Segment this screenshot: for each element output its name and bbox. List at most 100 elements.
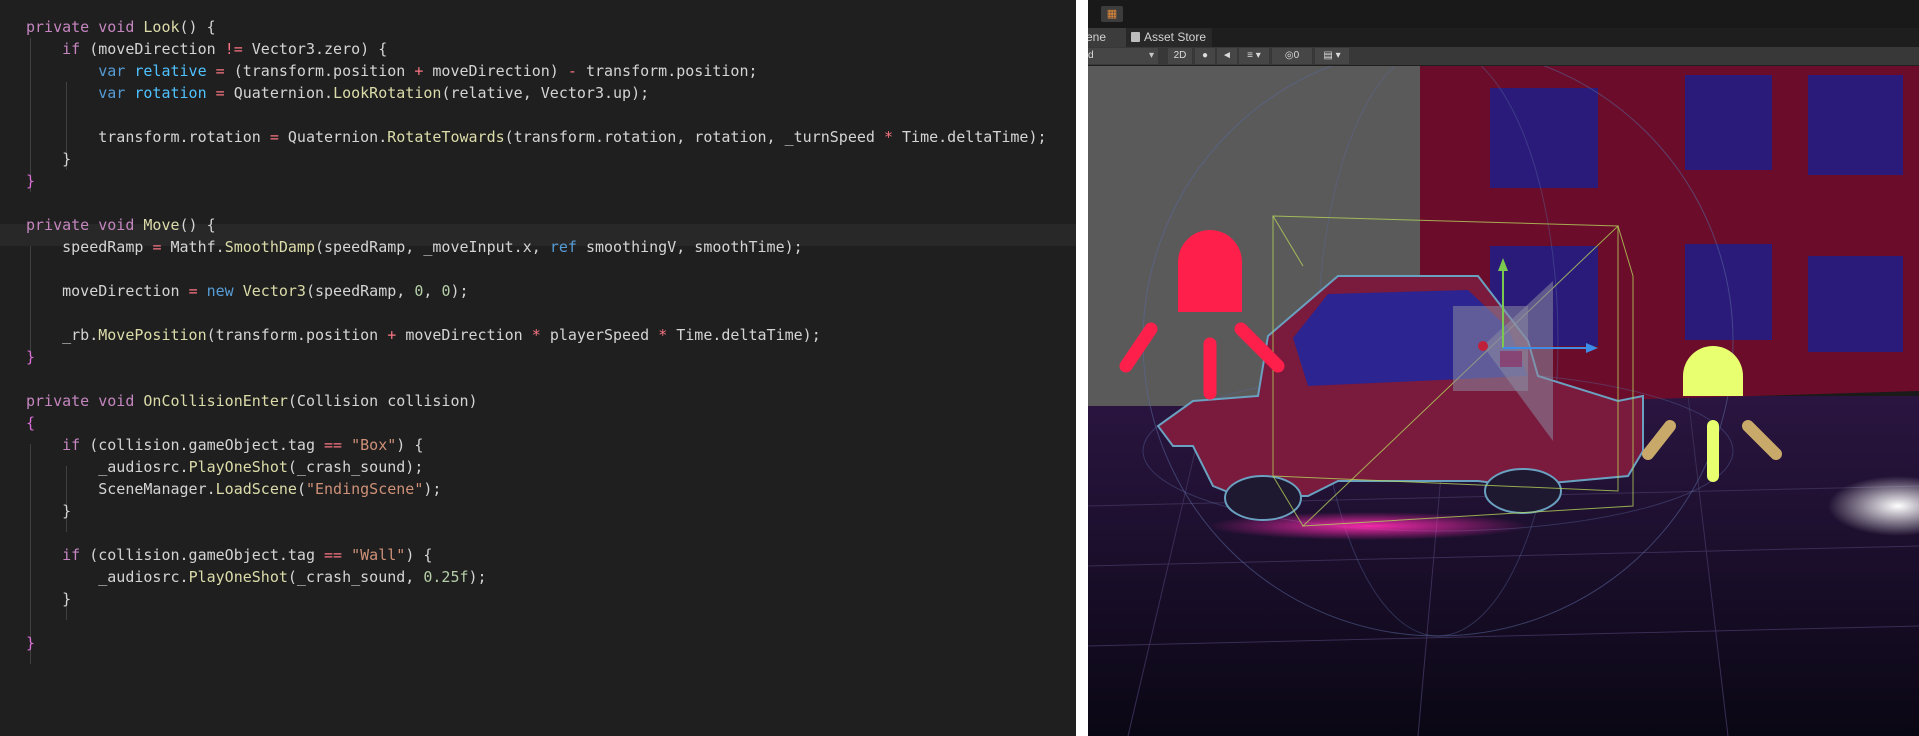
code-token: var bbox=[98, 62, 135, 80]
code-token: if bbox=[62, 436, 90, 454]
code-line[interactable]: SceneManager.LoadScene("EndingScene"); bbox=[26, 478, 1047, 500]
code-line[interactable]: { bbox=[26, 412, 1047, 434]
code-line[interactable]: speedRamp = Mathf.SmoothDamp(speedRamp, … bbox=[26, 236, 1047, 258]
gizmos-dropdown[interactable]: ▤ ▾ bbox=[1315, 48, 1349, 64]
code-line[interactable] bbox=[26, 522, 1047, 544]
code-token: (speedRamp, _moveInput.x, bbox=[315, 238, 550, 256]
code-token: var bbox=[98, 84, 135, 102]
grid-snap-icon[interactable]: ▦ bbox=[1101, 6, 1123, 22]
code-line[interactable] bbox=[26, 192, 1047, 214]
code-token: SceneManager. bbox=[26, 480, 216, 498]
code-token: PlayOneShot bbox=[188, 568, 288, 586]
code-token: Quaternion. bbox=[287, 128, 388, 146]
asset-store-icon bbox=[1131, 32, 1140, 42]
code-line[interactable]: private void OnCollisionEnter(Collision … bbox=[26, 390, 1047, 412]
code-line[interactable]: private void Move() { bbox=[26, 214, 1047, 236]
code-token: void bbox=[98, 392, 144, 410]
code-token: void bbox=[98, 18, 144, 36]
hidden-objects-toggle[interactable]: ◎0 bbox=[1272, 48, 1312, 64]
code-token: } bbox=[26, 348, 36, 366]
code-line[interactable]: } bbox=[26, 170, 1047, 192]
code-token: LookRotation bbox=[333, 84, 442, 102]
code-token: () { bbox=[179, 216, 216, 234]
code-token: = bbox=[215, 84, 234, 102]
code-token: } bbox=[26, 634, 36, 652]
lighting-toggle-icon[interactable]: ● bbox=[1195, 48, 1215, 64]
code-text[interactable]: private void Look() { if (moveDirection … bbox=[26, 16, 1047, 654]
code-token: "Wall" bbox=[351, 546, 406, 564]
shading-mode-dropdown[interactable]: d ▾ bbox=[1088, 48, 1158, 64]
code-token: PlayOneShot bbox=[188, 458, 288, 476]
code-token: LoadScene bbox=[215, 480, 297, 498]
code-line[interactable]: if (moveDirection != Vector3.zero) { bbox=[26, 38, 1047, 60]
code-line[interactable]: transform.rotation = Quaternion.RotateTo… bbox=[26, 126, 1047, 148]
code-token: 0.25f bbox=[423, 568, 469, 586]
code-token: ref bbox=[549, 238, 586, 256]
code-token: Move bbox=[143, 216, 180, 234]
code-token: OnCollisionEnter bbox=[143, 392, 288, 410]
code-line[interactable]: moveDirection = new Vector3(speedRamp, 0… bbox=[26, 280, 1047, 302]
code-token: != bbox=[224, 40, 252, 58]
code-token: * bbox=[658, 326, 677, 344]
code-token: Mathf. bbox=[170, 238, 225, 256]
code-token: } bbox=[26, 150, 72, 168]
code-line[interactable]: _rb.MovePosition(transform.position + mo… bbox=[26, 324, 1047, 346]
code-line[interactable]: var relative = (transform.position + mov… bbox=[26, 60, 1047, 82]
shading-mode-label: d bbox=[1088, 50, 1094, 61]
code-line[interactable]: } bbox=[26, 346, 1047, 368]
code-token: if bbox=[62, 546, 90, 564]
code-token: ( bbox=[296, 480, 306, 498]
code-line[interactable]: } bbox=[26, 632, 1047, 654]
code-line[interactable] bbox=[26, 258, 1047, 280]
code-token: _rb. bbox=[26, 326, 99, 344]
code-token: * bbox=[531, 326, 550, 344]
tab-asset-store[interactable]: Asset Store bbox=[1126, 28, 1213, 47]
code-line[interactable] bbox=[26, 368, 1047, 390]
code-token: == bbox=[324, 436, 352, 454]
effects-dropdown[interactable]: ≡ ▾ bbox=[1239, 48, 1269, 64]
scene-viewport[interactable] bbox=[1088, 66, 1919, 736]
code-line[interactable]: _audiosrc.PlayOneShot(_crash_sound); bbox=[26, 456, 1047, 478]
code-token: "EndingScene" bbox=[305, 480, 424, 498]
code-token: ); bbox=[423, 480, 442, 498]
code-line[interactable]: private void Look() { bbox=[26, 16, 1047, 38]
code-line[interactable] bbox=[26, 104, 1047, 126]
code-token: ); bbox=[468, 568, 487, 586]
code-line[interactable]: } bbox=[26, 588, 1047, 610]
tab-scene-label: ene bbox=[1088, 30, 1107, 44]
audio-toggle-icon[interactable]: ◄ bbox=[1217, 48, 1237, 64]
code-line[interactable]: _audiosrc.PlayOneShot(_crash_sound, 0.25… bbox=[26, 566, 1047, 588]
code-line[interactable] bbox=[26, 302, 1047, 324]
code-token: } bbox=[26, 590, 72, 608]
code-token: = bbox=[215, 62, 234, 80]
code-token: void bbox=[98, 216, 144, 234]
code-line[interactable]: if (collision.gameObject.tag == "Box") { bbox=[26, 434, 1047, 456]
code-token: ) { bbox=[396, 436, 424, 454]
code-token: () { bbox=[179, 18, 216, 36]
2d-toggle-button[interactable]: 2D bbox=[1168, 48, 1192, 64]
code-token: transform.position; bbox=[585, 62, 758, 80]
code-editor[interactable]: private void Look() { if (moveDirection … bbox=[0, 0, 1076, 736]
code-token: Quaternion. bbox=[233, 84, 334, 102]
code-token: , bbox=[423, 282, 442, 300]
code-token: (_crash_sound); bbox=[287, 458, 424, 476]
code-token: (transform.rotation, rotation, _turnSpee… bbox=[504, 128, 884, 146]
code-token: (collision.gameObject.tag bbox=[89, 436, 325, 454]
code-line[interactable]: var rotation = Quaternion.LookRotation(r… bbox=[26, 82, 1047, 104]
code-line[interactable]: } bbox=[26, 148, 1047, 170]
code-line[interactable] bbox=[26, 610, 1047, 632]
code-token: if bbox=[62, 40, 90, 58]
code-line[interactable]: if (collision.gameObject.tag == "Wall") … bbox=[26, 544, 1047, 566]
unity-scene-window[interactable]: ▦ ene Asset Store d ▾ 2D ● ◄ ≡ ▾ ◎0 ▤ ▾ bbox=[1088, 0, 1919, 736]
plane-handle[interactable] bbox=[1500, 351, 1522, 367]
code-line[interactable]: } bbox=[26, 500, 1047, 522]
code-token: Time.deltaTime); bbox=[902, 128, 1047, 146]
code-token: * bbox=[883, 128, 903, 146]
code-token: _audiosrc. bbox=[26, 568, 189, 586]
code-token: moveDirection) bbox=[432, 62, 568, 80]
code-token: private bbox=[26, 392, 99, 410]
code-token: (Collision collision) bbox=[287, 392, 478, 410]
x-axis-handle[interactable] bbox=[1478, 341, 1488, 351]
